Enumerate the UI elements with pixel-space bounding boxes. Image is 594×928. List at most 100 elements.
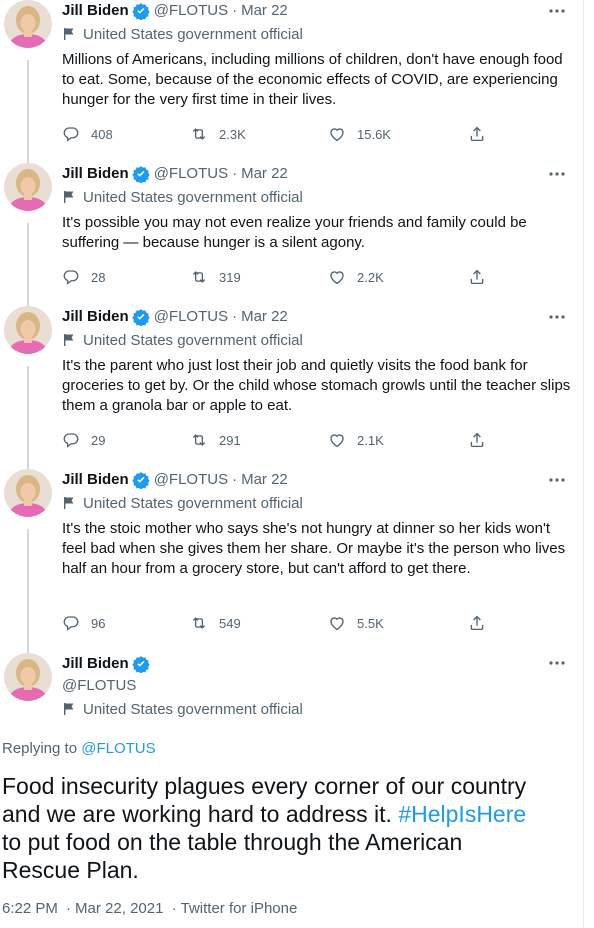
thread-tweet[interactable]: Jill Biden @FLOTUS · Mar 22 United States g… — [0, 0, 583, 160]
tweet-actions: 96 549 5.5K — [62, 613, 502, 633]
more-options-icon[interactable] — [547, 470, 567, 490]
thread-tweet[interactable]: Jill Biden @FLOTUS · Mar 22 United States g… — [0, 163, 583, 323]
flag-icon — [64, 191, 74, 203]
share-button[interactable] — [468, 267, 497, 287]
verified-badge-icon — [131, 3, 150, 20]
author-name[interactable]: Jill Biden — [62, 653, 129, 675]
retweet-count: 291 — [219, 432, 241, 448]
retweet-button[interactable]: 2.3K — [190, 124, 246, 144]
share-icon — [470, 615, 484, 631]
government-label-text: United States government official — [83, 188, 303, 206]
verified-badge-icon — [131, 166, 150, 183]
reply-button[interactable]: 28 — [62, 267, 105, 287]
like-button[interactable]: 15.6K — [328, 124, 391, 144]
reply-button[interactable]: 29 — [62, 430, 105, 450]
author-handle[interactable]: @FLOTUS — [154, 163, 228, 185]
share-icon — [470, 269, 484, 285]
government-label-text: United States government official — [83, 331, 303, 349]
retweet-button[interactable]: 291 — [190, 430, 241, 450]
avatar[interactable] — [4, 469, 52, 517]
tweet-actions: 408 2.3K 15.6K — [62, 124, 502, 144]
retweet-button[interactable]: 319 — [190, 267, 241, 287]
like-button[interactable]: 5.5K — [328, 613, 384, 633]
like-button[interactable]: 2.1K — [328, 430, 384, 450]
tweet-text: It's possible you may not even realize y… — [62, 214, 527, 251]
reply-button[interactable]: 408 — [62, 124, 113, 144]
tweet-text: It's the stoic mother who says she's not… — [62, 520, 566, 577]
reply-icon — [63, 127, 79, 142]
more-options-icon[interactable] — [547, 1, 567, 21]
government-label: United States government official — [62, 22, 572, 46]
government-label: United States government official — [62, 697, 572, 721]
more-options-icon[interactable] — [547, 653, 567, 673]
share-button[interactable] — [468, 613, 497, 633]
reply-icon — [63, 616, 79, 631]
separator-dot: · — [66, 900, 72, 917]
tweet-time[interactable]: 6:22 PM — [2, 900, 58, 917]
reply-icon — [63, 270, 79, 285]
like-heart-icon — [330, 617, 344, 631]
author-name[interactable]: Jill Biden — [62, 469, 129, 491]
separator-dot: · — [171, 900, 177, 917]
reply-count: 29 — [91, 432, 106, 448]
separator-dot: · — [232, 308, 238, 325]
share-button[interactable] — [468, 430, 497, 450]
hashtag-link[interactable]: #HelpIsHere — [398, 801, 526, 827]
avatar[interactable] — [4, 653, 52, 701]
tweet-date[interactable]: Mar 22, 2021 — [75, 900, 163, 917]
like-heart-icon — [330, 434, 344, 448]
author-handle[interactable]: @FLOTUS — [154, 469, 228, 491]
reply-count: 28 — [91, 269, 106, 285]
flag-icon — [64, 28, 74, 40]
replying-to-mention-link[interactable]: @FLOTUS — [81, 740, 155, 757]
avatar[interactable] — [4, 306, 52, 354]
more-options-icon[interactable] — [547, 307, 567, 327]
main-tweet-text: Food insecurity plagues every corner of … — [2, 772, 542, 884]
like-count: 15.6K — [357, 126, 391, 142]
tweet-date[interactable]: Mar 22 — [241, 306, 288, 328]
thread-tweet[interactable]: Jill Biden @FLOTUS · Mar 22 United States g… — [0, 469, 583, 631]
like-heart-icon — [330, 128, 344, 142]
verified-badge-icon — [131, 472, 150, 489]
author-handle[interactable]: @FLOTUS — [62, 675, 136, 697]
retweet-count: 319 — [219, 269, 241, 285]
reply-button[interactable]: 96 — [62, 613, 105, 633]
tweet-text: Millions of Americans, including million… — [62, 51, 563, 108]
reply-count: 96 — [91, 615, 106, 631]
retweet-count: 2.3K — [219, 126, 246, 142]
tweet-text: It's the parent who just lost their job … — [62, 357, 571, 414]
tweet-date[interactable]: Mar 22 — [241, 163, 288, 185]
author-name[interactable]: Jill Biden — [62, 306, 129, 328]
government-label-text: United States government official — [83, 700, 303, 718]
share-icon — [470, 432, 484, 448]
share-button[interactable] — [468, 124, 497, 144]
government-label-text: United States government official — [83, 25, 303, 43]
tweet-source[interactable]: Twitter for iPhone — [181, 900, 298, 917]
author-handle[interactable]: @FLOTUS — [154, 306, 228, 328]
separator-dot: · — [232, 471, 238, 488]
government-label: United States government official — [62, 328, 572, 352]
tweet-actions: 28 319 2.2K — [62, 267, 502, 287]
retweet-icon — [192, 617, 206, 629]
tweet-actions: 29 291 2.1K — [62, 430, 502, 450]
thread-tweet[interactable]: Jill Biden @FLOTUS · Mar 22 United States g… — [0, 306, 583, 466]
verified-badge-icon — [131, 309, 150, 326]
verified-badge-icon — [131, 656, 150, 673]
like-count: 5.5K — [357, 615, 384, 631]
like-button[interactable]: 2.2K — [328, 267, 384, 287]
tweet-date[interactable]: Mar 22 — [241, 469, 288, 491]
tweet-date[interactable]: Mar 22 — [241, 0, 288, 22]
separator-dot: · — [232, 2, 238, 19]
avatar[interactable] — [4, 163, 52, 211]
author-name[interactable]: Jill Biden — [62, 163, 129, 185]
more-options-icon[interactable] — [547, 164, 567, 184]
avatar[interactable] — [4, 0, 52, 48]
separator-dot: · — [232, 165, 238, 182]
main-tweet-text-end: to put food on the table through the Ame… — [2, 829, 463, 883]
author-handle[interactable]: @FLOTUS — [154, 0, 228, 22]
like-count: 2.2K — [357, 269, 384, 285]
flag-icon — [64, 497, 74, 509]
retweet-button[interactable]: 549 — [190, 613, 241, 633]
retweet-icon — [192, 271, 206, 283]
author-name[interactable]: Jill Biden — [62, 0, 129, 22]
